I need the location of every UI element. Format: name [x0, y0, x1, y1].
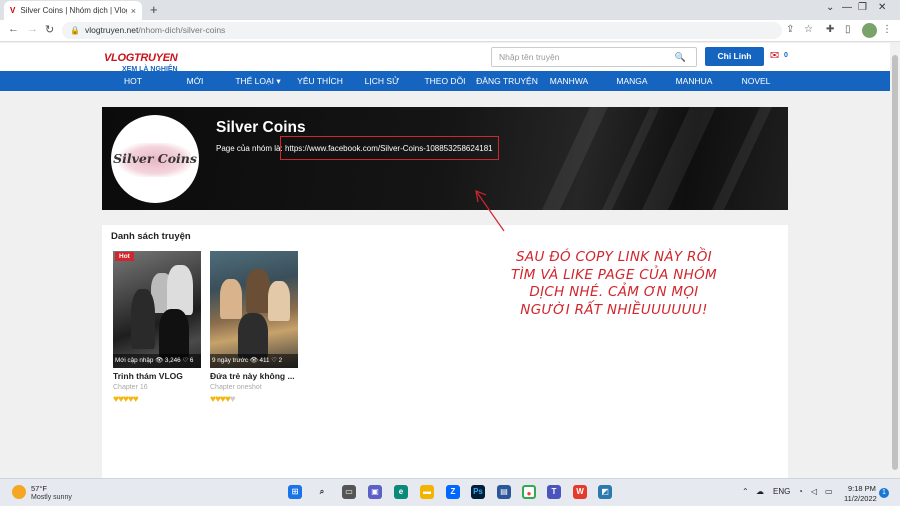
tray-chevron-up-icon[interactable]: ⌃ [742, 487, 749, 496]
language-indicator[interactable]: ENG [773, 487, 790, 496]
edge-icon[interactable]: e [394, 485, 408, 499]
page-viewport: VLOGTRUYEN XEM LÀ NGHIỆN Nhập tên truyện… [0, 43, 890, 478]
photoshop-icon[interactable]: Ps [471, 485, 485, 499]
close-window-icon[interactable]: ✕ [878, 2, 886, 13]
browser-tabstrip: V Silver Coins | Nhóm dịch | Vlogtr × + … [0, 0, 900, 20]
teams-icon[interactable]: T [547, 485, 561, 499]
lock-icon: 🔒 [70, 26, 80, 35]
file-explorer-icon[interactable]: ▬ [420, 485, 434, 499]
side-panel-icon[interactable]: ▯ [845, 24, 851, 35]
tab-close-icon[interactable]: × [131, 6, 136, 16]
minimize-icon[interactable]: — [842, 2, 852, 13]
volume-icon[interactable]: ◁ [811, 487, 817, 496]
clock-date[interactable]: 11/2/2022 [844, 494, 877, 503]
chevron-down-icon[interactable]: ⌄ [826, 2, 834, 13]
zalo-icon[interactable]: Z [446, 485, 460, 499]
wifi-icon[interactable]: ◔ [798, 487, 803, 496]
reload-icon[interactable]: ↻ [45, 23, 54, 36]
forward-icon[interactable]: → [27, 23, 38, 35]
wps-icon[interactable]: W [573, 485, 587, 499]
clock-time[interactable]: 9:18 PM [848, 484, 876, 493]
url-host: vlogtruyen.net [84, 25, 139, 35]
notification-badge[interactable]: 1 [879, 488, 889, 498]
battery-icon[interactable]: ▭ [825, 487, 833, 496]
chat-icon[interactable]: ▣ [368, 485, 382, 499]
weather-desc[interactable]: Mostly sunny [31, 494, 72, 501]
cloud-icon[interactable]: ☁ [756, 487, 764, 496]
address-bar-row: ← → ↻ 🔒 vlogtruyen.net/nhom-dich/silver-c… [0, 20, 900, 42]
url-path: /nhom-dich/silver-coins [138, 25, 226, 35]
app-icon[interactable]: ▤ [497, 485, 511, 499]
annotation-arrow [475, 190, 505, 232]
share-icon[interactable]: ⇪ [786, 24, 794, 35]
bookmark-star-icon[interactable]: ☆ [804, 24, 813, 35]
restore-icon[interactable]: ❐ [858, 2, 867, 13]
weather-sun-icon[interactable] [12, 485, 26, 499]
menu-kebab-icon[interactable]: ⋮ [882, 24, 892, 35]
photos-icon[interactable]: ◩ [598, 485, 612, 499]
new-tab-button[interactable]: + [150, 2, 158, 17]
chrome-icon[interactable]: ● [522, 485, 536, 499]
weather-temp[interactable]: 57°F [31, 484, 47, 493]
extensions-icon[interactable]: ✚ [826, 24, 834, 35]
scrollbar-thumb[interactable] [892, 55, 898, 470]
tab-title: Silver Coins | Nhóm dịch | Vlogtr [20, 6, 127, 15]
url-field[interactable]: 🔒 vlogtruyen.net/nhom-dich/silver-coins [62, 22, 782, 39]
task-view-icon[interactable]: ▭ [342, 485, 356, 499]
site-favicon-icon: V [10, 6, 16, 15]
search-taskbar-icon[interactable]: ⌕ [315, 485, 329, 499]
back-icon[interactable]: ← [8, 23, 19, 35]
link-highlight-box [280, 136, 499, 160]
browser-tab[interactable]: V Silver Coins | Nhóm dịch | Vlogtr × [4, 1, 142, 20]
profile-avatar[interactable] [862, 23, 877, 38]
start-icon[interactable]: ⊞ [288, 485, 302, 499]
annotation-text: Sau đó copy link này rồi tìm và like pag… [510, 249, 718, 318]
taskbar: 57°F Mostly sunny ⊞ ⌕ ▭ ▣ e ▬ Z Ps ▤ ● T… [0, 478, 900, 506]
